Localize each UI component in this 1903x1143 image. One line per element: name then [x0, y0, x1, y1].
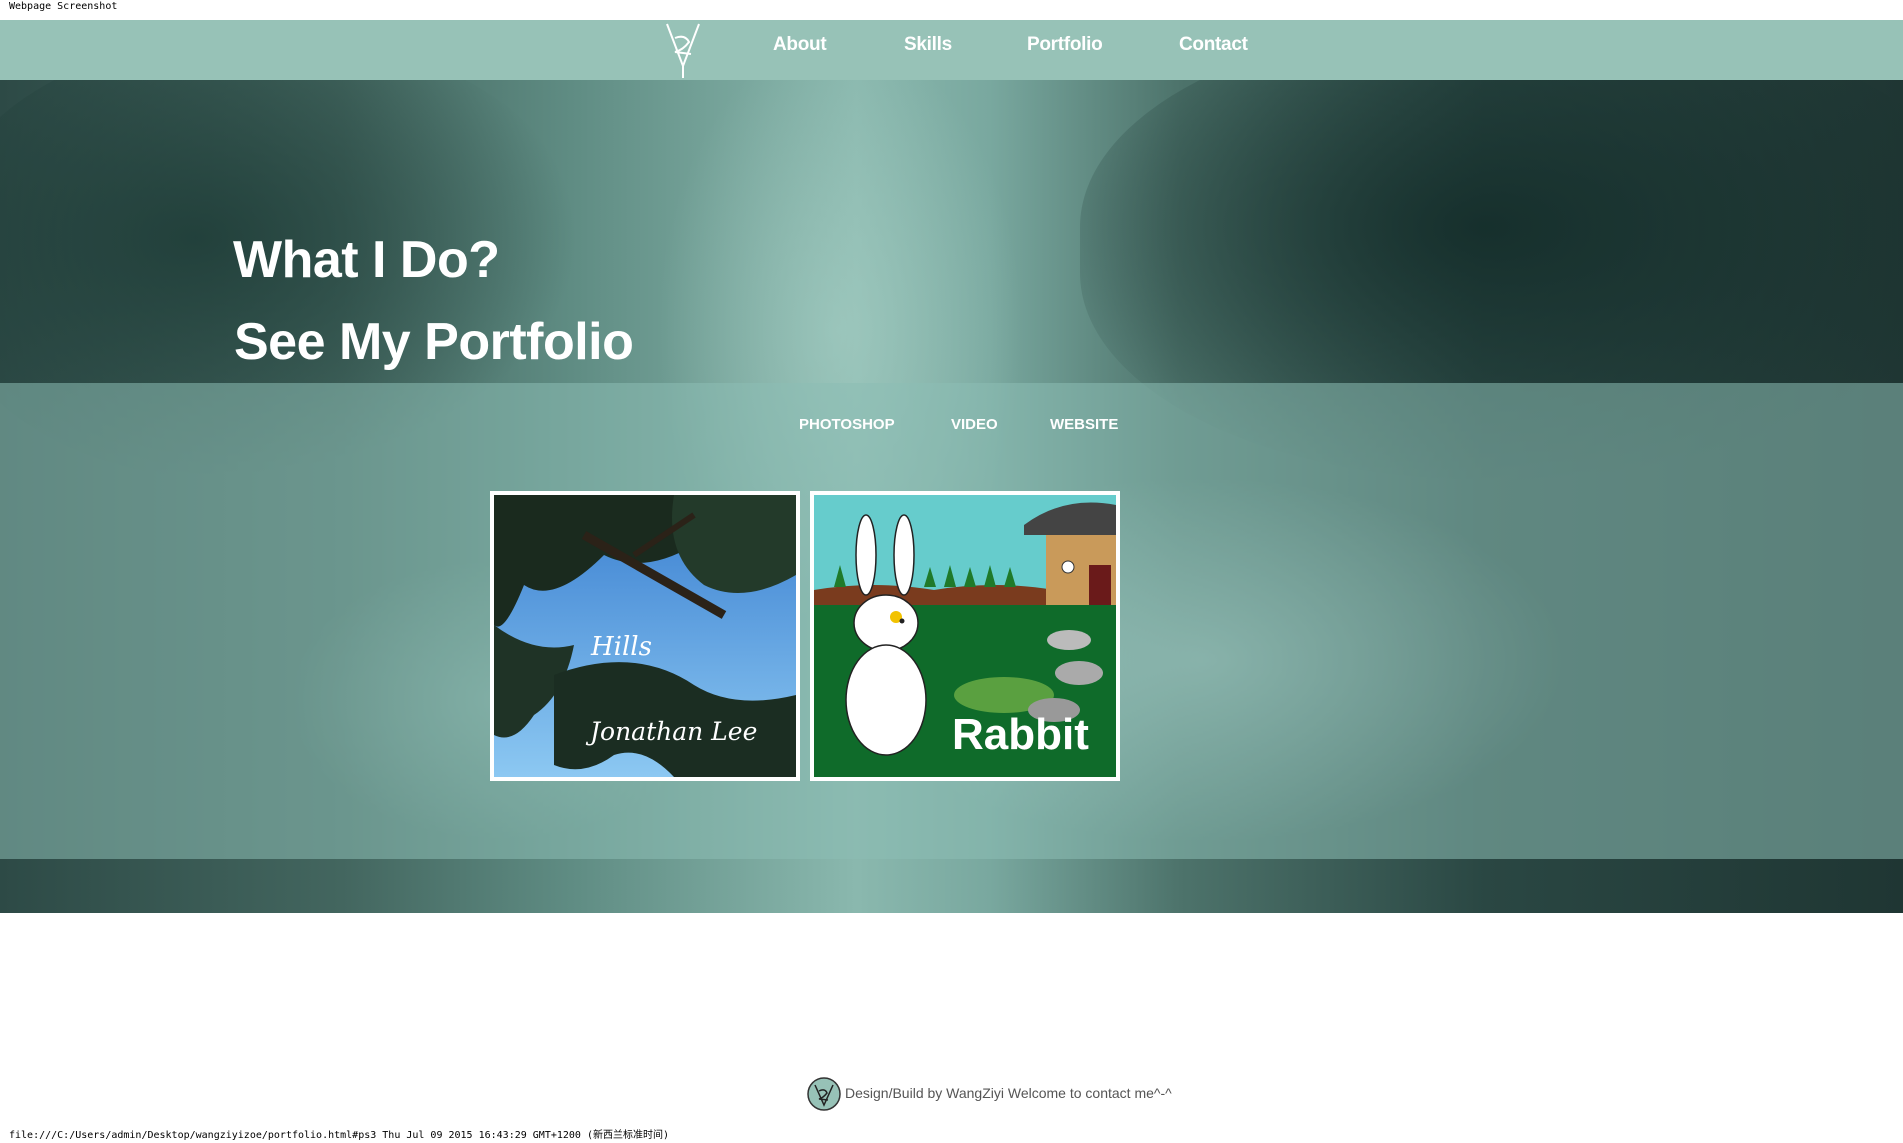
filter-photoshop[interactable]: PHOTOSHOP: [799, 413, 895, 437]
hero-title: What I Do?: [233, 231, 500, 289]
portfolio-card-hills[interactable]: Hills Jonathan Lee: [490, 491, 800, 781]
card-hills-title: Hills: [590, 632, 652, 662]
nav-skills[interactable]: Skills: [904, 20, 952, 70]
status-bar: file:///C:/Users/admin/Desktop/wangziyiz…: [9, 1130, 670, 1141]
nav-links: About Skills Portfolio Contact: [0, 20, 1903, 80]
filter-video[interactable]: VIDEO: [951, 413, 998, 437]
card-rabbit-title: Rabbit: [952, 710, 1089, 759]
filter-website[interactable]: WEBSITE: [1050, 413, 1118, 437]
footer-credit: Design/Build by WangZiyi Welcome to cont…: [845, 1085, 1172, 1101]
nav-contact[interactable]: Contact: [1179, 20, 1248, 70]
print-header: Webpage Screenshot: [9, 1, 118, 12]
hero-section: What I Do? See My Portfolio PHOTOSHOP VI…: [0, 80, 1903, 913]
footer: Design/Build by WangZiyi Welcome to cont…: [0, 1075, 1903, 1115]
top-navbar: About Skills Portfolio Contact: [0, 20, 1903, 80]
portfolio-band: PHOTOSHOP VIDEO WEBSITE Hills Jonathan L…: [0, 383, 1903, 859]
nav-about[interactable]: About: [773, 20, 827, 70]
footer-logo-icon[interactable]: [807, 1077, 841, 1111]
hero-subtitle: See My Portfolio: [234, 313, 634, 371]
nav-portfolio[interactable]: Portfolio: [1027, 20, 1103, 70]
card-hills-author: Jonathan Lee: [585, 717, 757, 746]
portfolio-card-rabbit[interactable]: Rabbit: [810, 491, 1120, 781]
